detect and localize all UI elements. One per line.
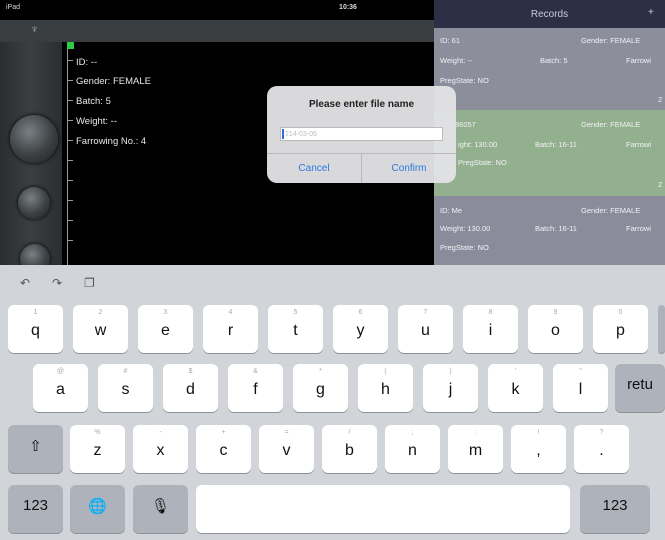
keyboard-toolbar [0,265,665,301]
key-m[interactable]: :m [448,425,503,473]
axis-tick [67,220,73,221]
key-t[interactable]: 5t [268,305,323,353]
record-farrowing: Farrowi [626,140,652,149]
numbers-key[interactable]: 123 [8,485,63,533]
key-p[interactable]: 0p [593,305,648,353]
file-name-dialog: Please enter file name 214-03-05 Cancel … [267,86,456,183]
record-batch: Batch: 5 [540,56,568,65]
record-pregstate: PregState: NO [458,158,507,167]
axis-tick [67,160,73,161]
record-farrowing: Farrowi [626,56,652,65]
record-weight: ight: 130.00 [458,140,498,149]
control-knob-small[interactable] [18,187,50,219]
record-pregstate: PregState: NO [440,243,489,252]
key-r[interactable]: 4r [203,305,258,353]
top-header-bar [0,20,434,42]
record-gender: Gender: FEMALE [581,120,641,129]
record-gender: Gender: FEMALE [581,36,641,45]
cancel-button[interactable]: Cancel [267,154,361,183]
info-batch: Batch: 5 [76,96,111,107]
record-farrowing: Farrowi [626,224,652,233]
redo-icon[interactable]: ↷ [52,276,62,290]
return-key[interactable]: retu [615,364,665,412]
axis-tick [67,80,73,81]
key-s[interactable]: # s [98,364,153,412]
confirm-button[interactable]: Confirm [362,154,456,183]
key-u[interactable]: 7u [398,305,453,353]
key-x[interactable]: -x [133,425,188,473]
globe-icon[interactable]: 🌐 [70,485,125,533]
record-batch: Batch: 16-11 [535,224,577,233]
control-knob-large[interactable] [10,115,58,163]
status-carrier: iPad [6,4,21,11]
space-key[interactable] [196,485,570,533]
microphone-icon[interactable]: 🎙 [133,485,188,533]
shift-key[interactable]: ⇧ [8,425,63,473]
record-gender: Gender: FEMALE [581,206,641,215]
key-y[interactable]: 6y [333,305,388,353]
status-indicator-green [67,42,74,49]
axis-tick [67,100,73,101]
dialog-title: Please enter file name [308,99,415,110]
add-record-icon[interactable]: + [648,7,654,18]
key-j[interactable]: ) j [423,364,478,412]
record-id: ID: Me [440,206,463,215]
key-o[interactable]: 9o [528,305,583,353]
file-name-input[interactable]: 214-03-05 [280,127,443,141]
key-backspace[interactable] [658,305,665,353]
undo-icon[interactable]: ↶ [20,276,30,290]
key-e[interactable]: 3e [138,305,193,353]
key-i[interactable]: 8i [463,305,518,353]
record-batch: Batch: 16-11 [535,140,577,149]
signal-icon[interactable]: ♆ [30,22,39,36]
key-a[interactable]: @ a [33,364,88,412]
record-count: 2 [658,95,663,104]
info-id: ID: -- [76,57,98,68]
paste-icon[interactable]: ❐ [84,276,95,290]
key-q[interactable]: 1q [8,305,63,353]
axis-tick [67,140,73,141]
key-g[interactable]: * g [293,364,348,412]
key-z[interactable]: % z [70,425,125,473]
text-caret [282,129,284,139]
key-v[interactable]: = v [259,425,314,473]
key-b[interactable]: / b [322,425,377,473]
records-title: Records [434,0,665,28]
key-c[interactable]: + c [196,425,251,473]
key-h[interactable]: (h [358,364,413,412]
key-period[interactable]: ?. [574,425,629,473]
axis-tick [67,120,73,121]
key-l[interactable]: " l [553,364,608,412]
info-weight: Weight: -- [76,116,118,127]
status-time: 10:36 [339,4,357,11]
key-d[interactable]: $ d [163,364,218,412]
axis-tick [67,200,73,201]
axis-tick [67,60,73,61]
key-k[interactable]: ' k [488,364,543,412]
record-pregstate: PregState: NO [440,76,489,85]
info-gender: Gender: FEMALE [76,76,151,87]
info-farrowing: Farrowing No.: 4 [76,136,147,147]
record-count: 2 [658,180,663,189]
key-f[interactable]: & f [228,364,283,412]
axis-tick [67,240,73,241]
record-weight: Weight: 130.00 [440,224,491,233]
record-id: ID: 61 [440,36,461,45]
record-id: 86057 [455,120,476,129]
key-comma[interactable]: !, [511,425,566,473]
numbers-key-right[interactable]: 123 [580,485,650,533]
key-n[interactable]: ; n [385,425,440,473]
record-weight: Weight: -- [440,56,473,65]
axis-tick [67,180,73,181]
key-w[interactable]: 2w [73,305,128,353]
